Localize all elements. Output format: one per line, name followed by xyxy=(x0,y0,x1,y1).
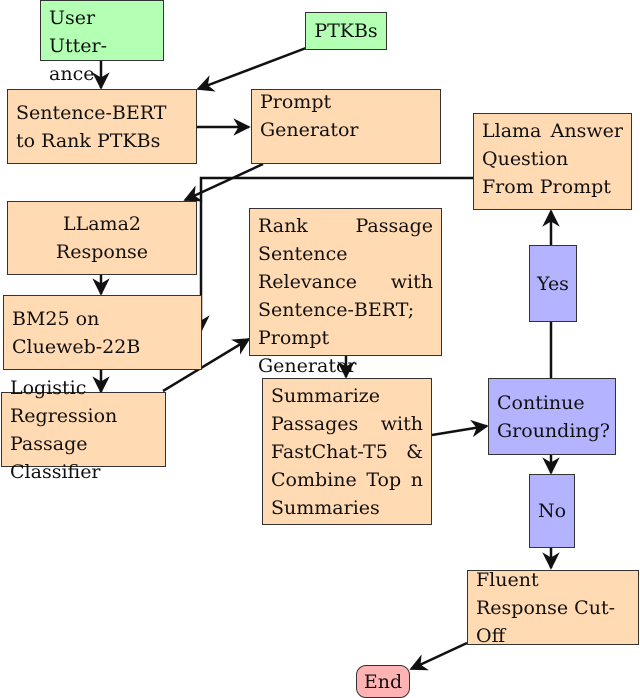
node-label: User Utter-ance xyxy=(49,7,108,85)
edge-prompt-generator-to-llama2 xyxy=(183,162,264,202)
node-label: PTKBs xyxy=(314,20,378,42)
node-label: Sentence-BERT to Rank PTKBs xyxy=(16,101,167,152)
node-label: No xyxy=(537,500,567,522)
node-label: Logistic Regression Passage Classifier xyxy=(10,376,118,483)
node-logistic-regression: Logistic Regression Passage Classifier xyxy=(1,377,166,483)
node-continue-grounding: Continue Grounding? xyxy=(488,378,616,455)
edge-fluent-to-end xyxy=(409,641,468,671)
node-no: No xyxy=(529,474,575,548)
node-sentence-bert-rank: Sentence-BERT to Rank PTKBs xyxy=(7,89,197,164)
node-fluent-cutoff: Fluent Response Cut-Off xyxy=(467,569,639,647)
node-label: Prompt Generator xyxy=(260,90,359,141)
node-bm25: BM25 on Clueweb-22B xyxy=(3,295,202,370)
node-label: Rank Passage Sentence Relevance with Sen… xyxy=(258,215,433,377)
node-label: Yes xyxy=(537,272,569,295)
node-llama-answer: Llama Answer Question From Prompt xyxy=(473,113,632,210)
node-label: Llama Answer Question From Prompt xyxy=(482,120,623,198)
node-yes: Yes xyxy=(529,245,577,322)
node-label: Summarize Passages with FastChat-T5 & Co… xyxy=(271,385,423,519)
node-prompt-generator: Prompt Generator xyxy=(251,89,441,164)
edge-ptkbs-to-sbert xyxy=(196,46,307,92)
node-llama2-response: LLama2 Response xyxy=(7,201,197,275)
node-label: Fluent Response Cut-Off xyxy=(476,568,616,647)
node-rank-passage: Rank Passage Sentence Relevance with Sen… xyxy=(249,208,442,377)
node-label: BM25 on Clueweb-22B xyxy=(12,307,141,358)
node-label: Continue Grounding? xyxy=(497,391,610,442)
node-end: End xyxy=(356,665,410,698)
edge-summarize-to-continue xyxy=(431,419,489,438)
node-label: LLama2 Response xyxy=(55,213,149,263)
node-label: End xyxy=(363,670,403,693)
node-user-utterance: User Utter-ance xyxy=(40,0,164,85)
node-ptkbs: PTKBs xyxy=(305,12,387,50)
node-summarize: Summarize Passages with FastChat-T5 & Co… xyxy=(262,378,432,525)
